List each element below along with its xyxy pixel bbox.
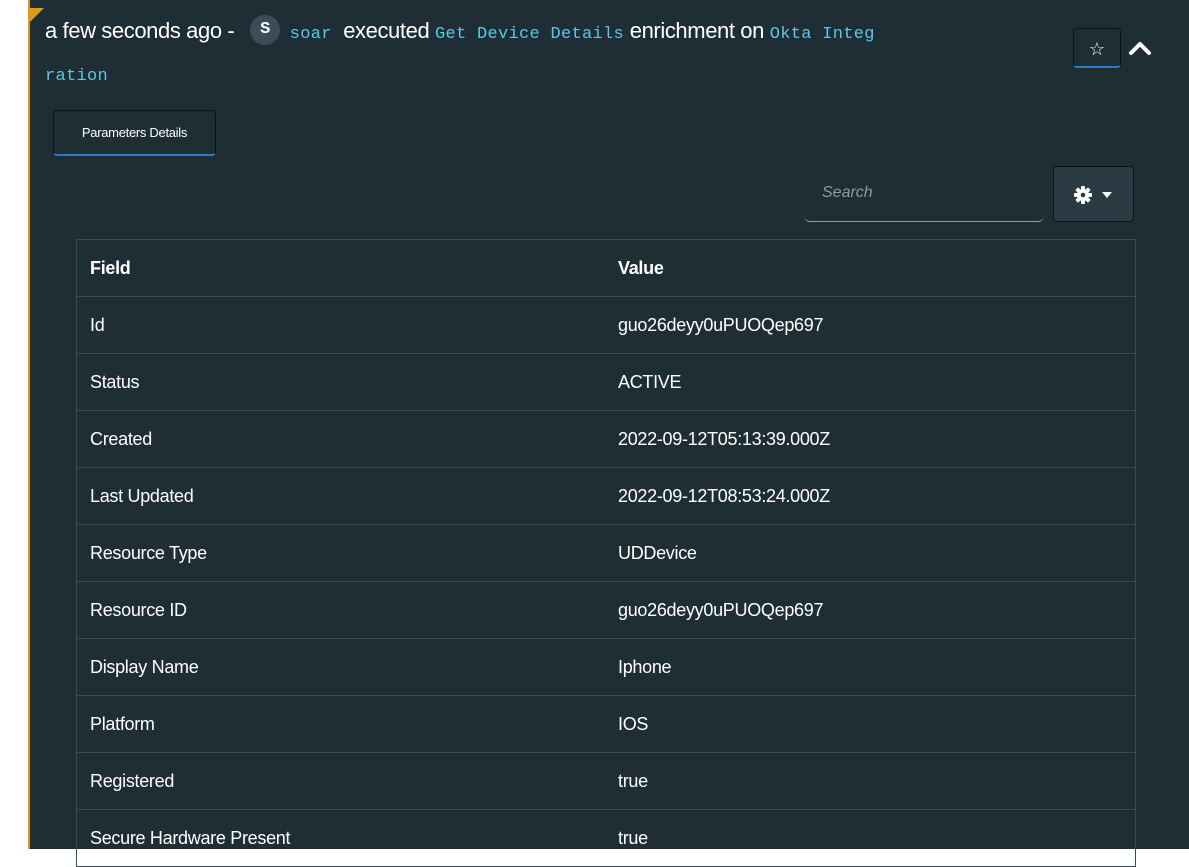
caret-down-icon [1102, 192, 1112, 198]
table-header-row: Field Value [77, 240, 1135, 297]
value-cell: Iphone [605, 638, 1135, 696]
table-row: Created 2022-09-12T05:13:39.000Z [77, 410, 1135, 468]
field-cell: Resource Type [77, 524, 605, 582]
favorite-button[interactable]: ☆ [1073, 28, 1121, 68]
action-link[interactable]: Get Device Details [435, 25, 624, 44]
value-cell: guo26deyy0uPUOQep697 [605, 581, 1135, 639]
table-row: Registered true [77, 752, 1135, 810]
value-cell: 2022-09-12T08:53:24.000Z [605, 467, 1135, 525]
column-header-value[interactable]: Value [605, 240, 1135, 297]
field-cell: Secure Hardware Present [77, 809, 605, 867]
user-link[interactable]: soar [290, 25, 332, 44]
table-row: Last Updated 2022-09-12T08:53:24.000Z [77, 467, 1135, 525]
avatar: S [250, 15, 281, 46]
table-row: Status ACTIVE [77, 353, 1135, 411]
chevron-up-icon[interactable] [1128, 38, 1152, 58]
table-row: Resource ID guo26deyy0uPUOQep697 [77, 581, 1135, 639]
field-cell: Registered [77, 752, 605, 810]
details-table: Field Value Id guo26deyy0uPUOQep697 Stat… [76, 239, 1136, 867]
column-header-field[interactable]: Field [77, 240, 605, 297]
table-row: Id guo26deyy0uPUOQep697 [77, 296, 1135, 354]
integration-link-part2[interactable]: ration [45, 67, 108, 86]
field-cell: Last Updated [77, 467, 605, 525]
tab-parameters-details[interactable]: Parameters Details [53, 110, 216, 156]
search-input[interactable] [804, 164, 1044, 222]
field-cell: Display Name [77, 638, 605, 696]
corner-marker [30, 8, 44, 22]
enrichment-panel: a few seconds ago - S soar executed Get … [28, 0, 1189, 867]
gear-icon [1074, 186, 1092, 204]
star-icon: ☆ [1088, 39, 1106, 59]
enrichment-text: enrichment on [629, 18, 765, 43]
field-cell: Created [77, 410, 605, 468]
value-cell: IOS [605, 695, 1135, 753]
activity-header: a few seconds ago - S soar executed Get … [45, 12, 1065, 96]
field-cell: Id [77, 296, 605, 354]
timestamp: a few seconds ago - [45, 18, 235, 43]
table-row: Display Name Iphone [77, 638, 1135, 696]
value-cell: 2022-09-12T05:13:39.000Z [605, 410, 1135, 468]
value-cell: true [605, 752, 1135, 810]
integration-link-part1[interactable]: Okta Integ [770, 25, 875, 44]
field-cell: Platform [77, 695, 605, 753]
field-cell: Resource ID [77, 581, 605, 639]
table-row: Resource Type UDDevice [77, 524, 1135, 582]
value-cell: true [605, 809, 1135, 867]
table-row: Platform IOS [77, 695, 1135, 753]
value-cell: UDDevice [605, 524, 1135, 582]
value-cell: guo26deyy0uPUOQep697 [605, 296, 1135, 354]
field-cell: Status [77, 353, 605, 411]
table-row: Secure Hardware Present true [77, 809, 1135, 867]
executed-text: executed [343, 18, 430, 43]
value-cell: ACTIVE [605, 353, 1135, 411]
settings-dropdown-button[interactable] [1053, 166, 1134, 222]
